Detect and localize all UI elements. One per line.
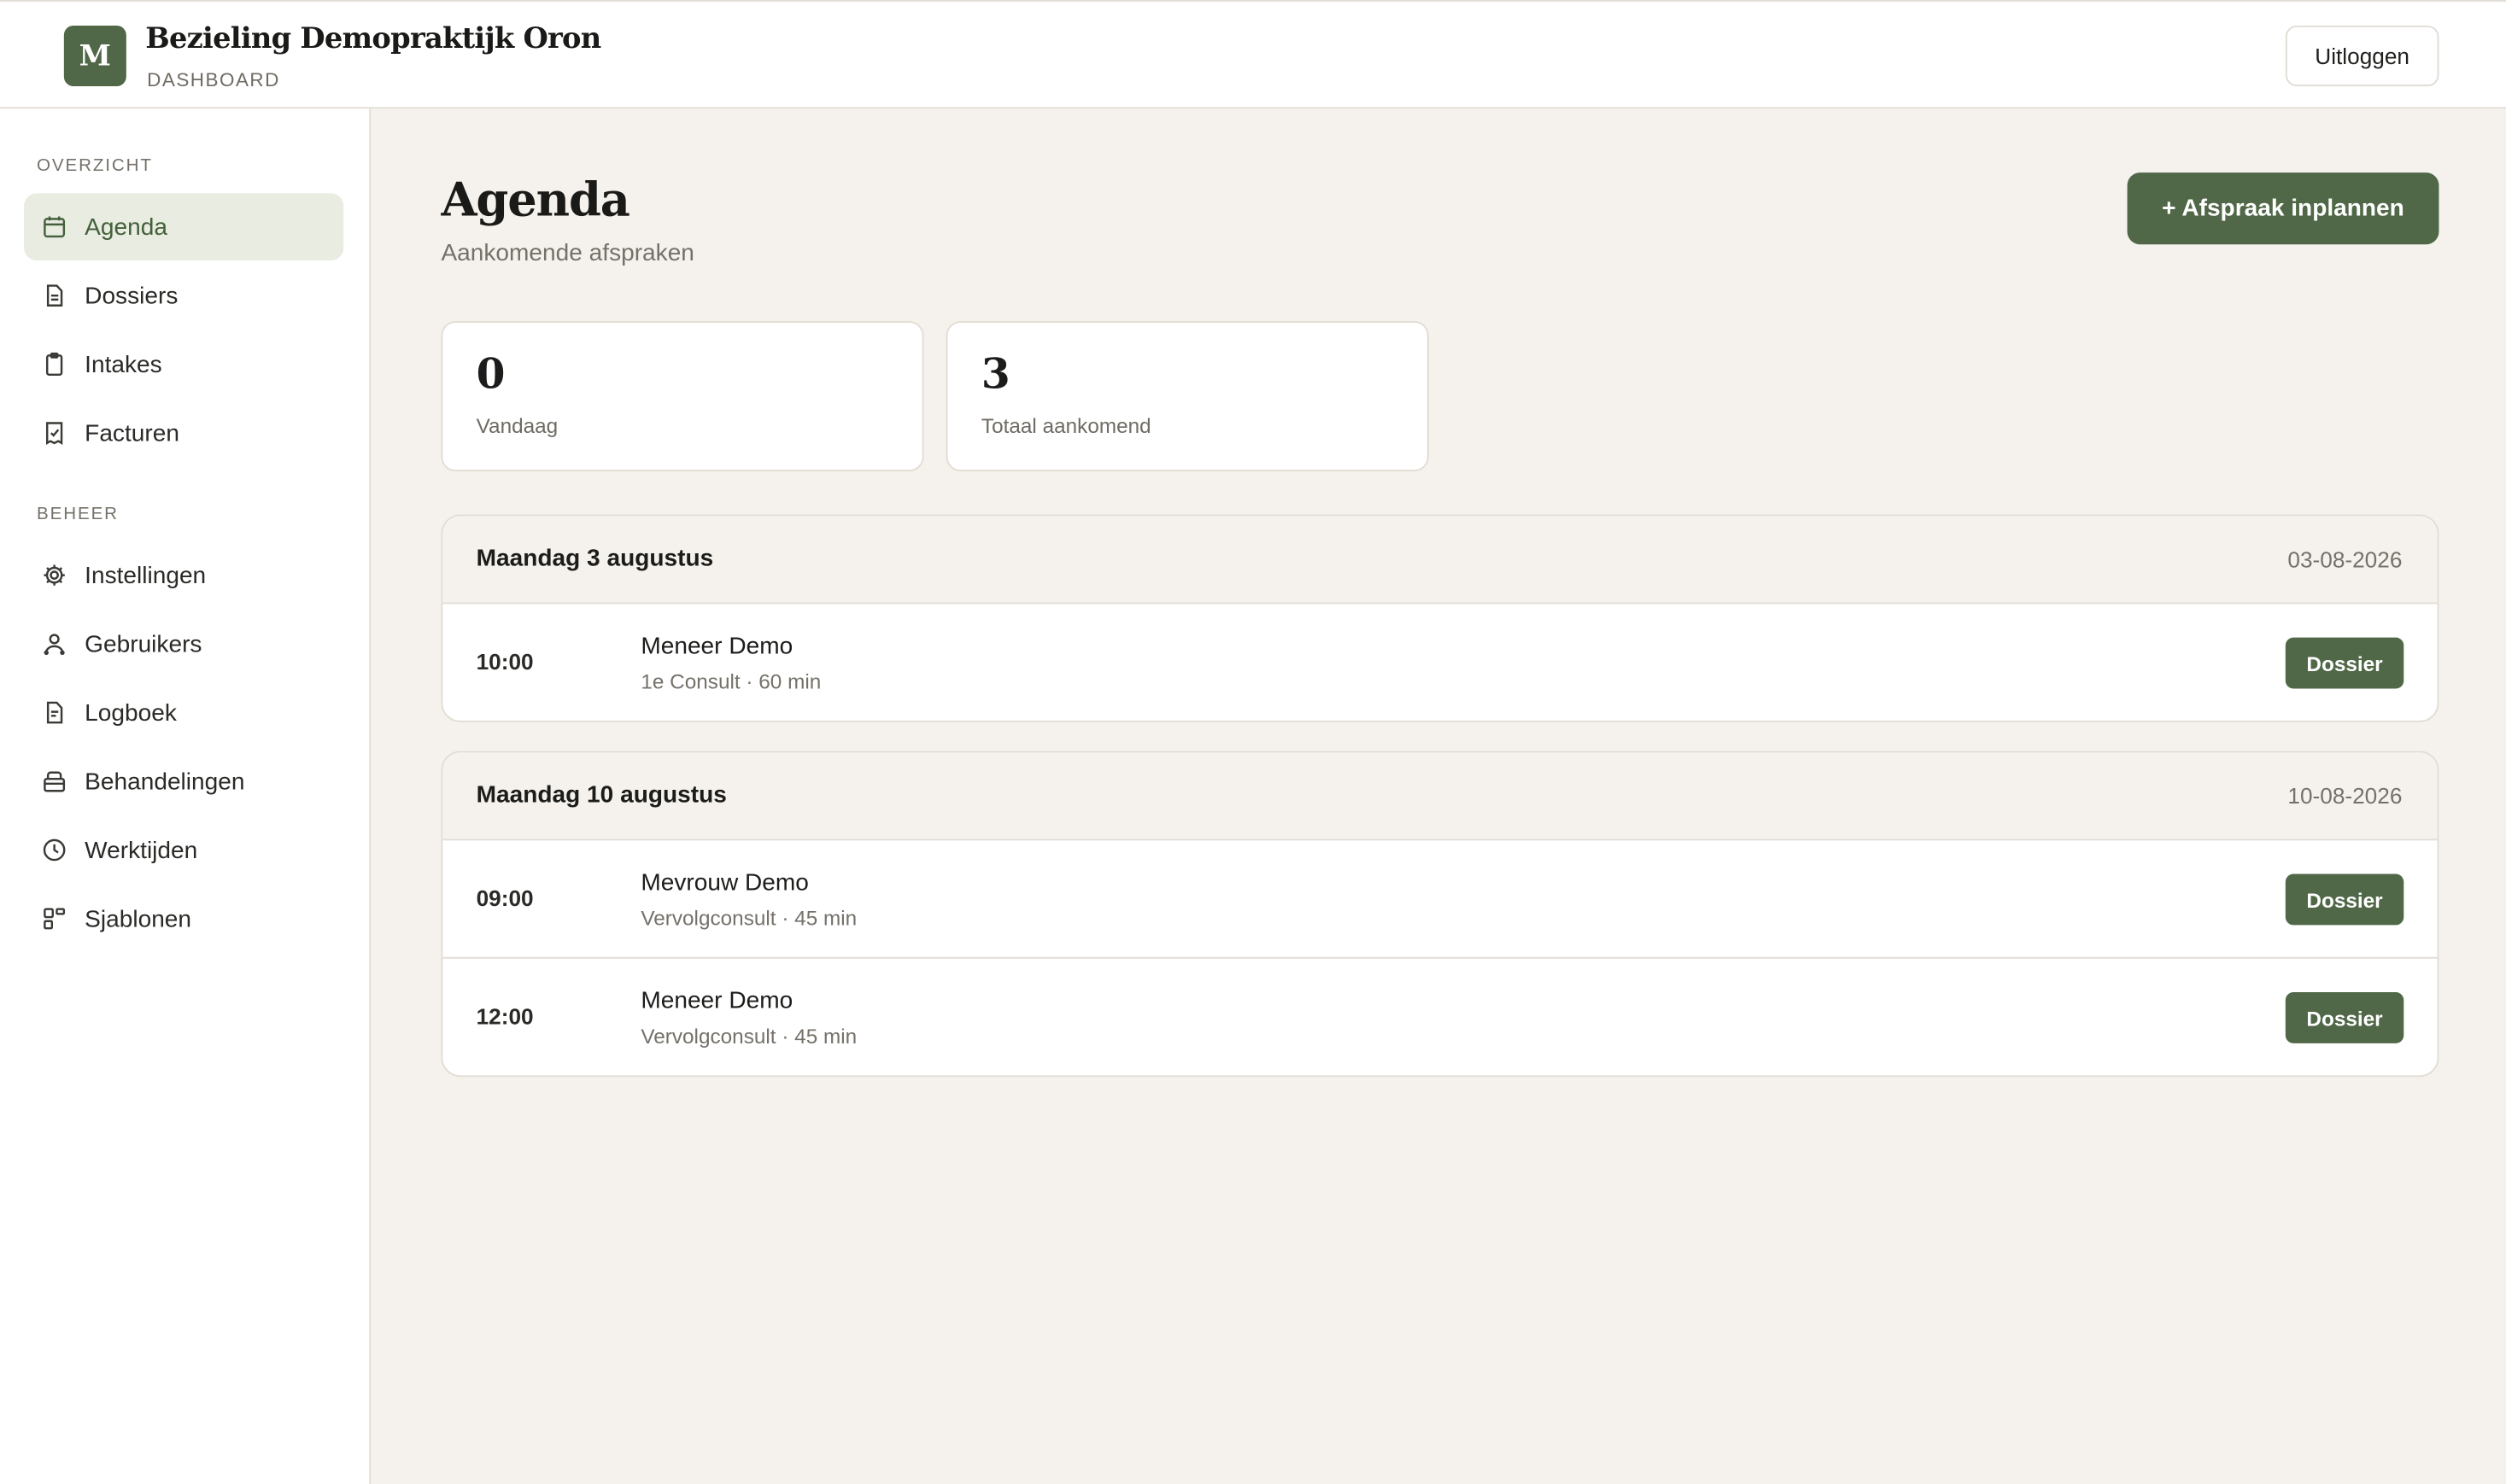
clock-icon bbox=[42, 838, 67, 863]
schedule-appointment-button[interactable]: + Afspraak inplannen bbox=[2127, 172, 2439, 245]
appointment-client: Meneer Demo bbox=[641, 632, 793, 660]
top-bar: M Bezieling Demopraktijk Oron DASHBOARD … bbox=[0, 0, 2506, 109]
sidebar-section-admin: BEHEER bbox=[37, 505, 119, 524]
stat-value: 0 bbox=[476, 351, 506, 400]
appointment-meta: Vervolgconsult · 45 min bbox=[641, 1024, 858, 1049]
practice-logo: M bbox=[63, 25, 126, 87]
receipt-icon bbox=[42, 420, 67, 446]
sidebar-item-label: Dossiers bbox=[85, 282, 179, 310]
page-subtitle: Aankomende afspraken bbox=[441, 239, 694, 267]
page-title: Agenda bbox=[441, 172, 630, 227]
dossier-button[interactable]: Dossier bbox=[2285, 873, 2404, 926]
calendar-icon bbox=[42, 214, 67, 240]
appointment-client: Mevrouw Demo bbox=[641, 868, 809, 897]
sidebar-item-facturen[interactable]: Facturen bbox=[24, 400, 343, 467]
day-date: 03-08-2026 bbox=[2287, 546, 2403, 572]
sidebar: OVERZICHT Agenda Dossiers Intakes Factur… bbox=[0, 108, 372, 1484]
day-group: Maandag 10 augustus 10-08-2026 09:00 Mev… bbox=[441, 751, 2439, 1078]
day-header: Maandag 10 augustus 10-08-2026 bbox=[442, 752, 2438, 841]
day-header: Maandag 3 augustus 03-08-2026 bbox=[442, 516, 2438, 605]
stat-label: Totaal aankomend bbox=[981, 413, 1151, 438]
sidebar-item-label: Facturen bbox=[85, 419, 179, 447]
appointment-time: 12:00 bbox=[476, 1003, 534, 1030]
sidebar-item-werktijden[interactable]: Werktijden bbox=[24, 816, 343, 884]
log-icon bbox=[42, 700, 67, 726]
app-title: Bezieling Demopraktijk Oron bbox=[145, 22, 601, 56]
stat-card-upcoming: 3 Totaal aankomend bbox=[946, 321, 1429, 472]
sidebar-item-label: Gebruikers bbox=[85, 630, 202, 657]
logout-button[interactable]: Uitloggen bbox=[2285, 25, 2439, 87]
sidebar-item-dossiers[interactable]: Dossiers bbox=[24, 262, 343, 330]
users-icon bbox=[42, 631, 67, 657]
sidebar-item-label: Werktijden bbox=[85, 836, 198, 864]
day-title: Maandag 3 augustus bbox=[476, 545, 714, 572]
sidebar-item-instellingen[interactable]: Instellingen bbox=[24, 541, 343, 609]
sidebar-item-label: Logboek bbox=[85, 698, 177, 727]
appointment-meta: 1e Consult · 60 min bbox=[641, 669, 822, 694]
file-icon bbox=[42, 283, 67, 308]
day-title: Maandag 10 augustus bbox=[476, 781, 727, 809]
app-subtitle: DASHBOARD bbox=[147, 68, 280, 91]
sidebar-item-label: Agenda bbox=[85, 213, 167, 241]
sidebar-item-logboek[interactable]: Logboek bbox=[24, 679, 343, 746]
sidebar-item-gebruikers[interactable]: Gebruikers bbox=[24, 611, 343, 678]
app-page: M Bezieling Demopraktijk Oron DASHBOARD … bbox=[0, 0, 2506, 1484]
stat-value: 3 bbox=[981, 351, 1010, 400]
sidebar-section-overview: OVERZICHT bbox=[37, 156, 153, 176]
stat-card-today: 0 Vandaag bbox=[441, 321, 924, 472]
appointment-meta: Vervolgconsult · 45 min bbox=[641, 905, 858, 931]
main-content: Agenda Aankomende afspraken + Afspraak i… bbox=[371, 108, 2506, 1484]
dossier-button[interactable]: Dossier bbox=[2285, 637, 2404, 689]
sidebar-item-behandelingen[interactable]: Behandelingen bbox=[24, 748, 343, 815]
clipboard-icon bbox=[42, 352, 67, 377]
appointment-row[interactable]: 12:00 Meneer Demo Vervolgconsult · 45 mi… bbox=[442, 959, 2437, 1076]
templates-icon bbox=[42, 906, 67, 932]
treatment-icon bbox=[42, 768, 67, 794]
sidebar-item-agenda[interactable]: Agenda bbox=[24, 193, 344, 261]
sidebar-item-intakes[interactable]: Intakes bbox=[24, 330, 343, 398]
gear-icon bbox=[42, 563, 67, 588]
sidebar-item-label: Instellingen bbox=[85, 561, 207, 589]
appointment-time: 10:00 bbox=[476, 648, 534, 675]
appointment-row[interactable]: 09:00 Mevrouw Demo Vervolgconsult · 45 m… bbox=[442, 840, 2438, 959]
sidebar-item-label: Intakes bbox=[85, 350, 162, 378]
day-group: Maandag 3 augustus 03-08-2026 10:00 Mene… bbox=[441, 514, 2439, 722]
sidebar-item-label: Behandelingen bbox=[85, 768, 245, 795]
dossier-button[interactable]: Dossier bbox=[2285, 992, 2404, 1043]
appointment-row[interactable]: 10:00 Meneer Demo 1e Consult · 60 min Do… bbox=[442, 604, 2437, 721]
appointment-client: Meneer Demo bbox=[641, 987, 793, 1015]
stat-label: Vandaag bbox=[476, 413, 559, 438]
sidebar-item-sjablonen[interactable]: Sjablonen bbox=[24, 885, 343, 953]
day-date: 10-08-2026 bbox=[2287, 782, 2403, 809]
appointment-time: 09:00 bbox=[476, 885, 534, 911]
sidebar-item-label: Sjablonen bbox=[85, 905, 192, 932]
